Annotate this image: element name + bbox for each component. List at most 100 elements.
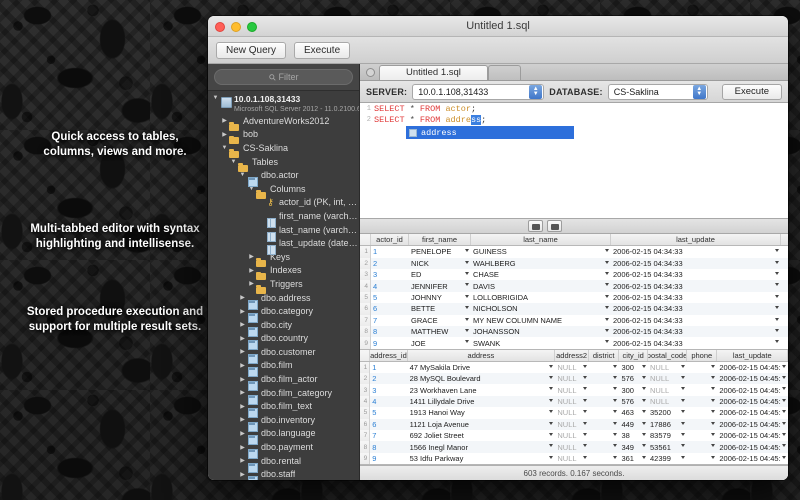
table-cell[interactable] bbox=[687, 453, 717, 464]
table-cell[interactable]: 3 bbox=[371, 269, 409, 280]
column-header-city_id[interactable]: city_id bbox=[619, 350, 648, 361]
tree-item-dbo-country[interactable]: ▶dbo.country bbox=[208, 332, 359, 346]
table-cell[interactable]: 2006-02-15 04:45: bbox=[717, 441, 788, 452]
twisty-right-icon[interactable]: ▶ bbox=[247, 267, 256, 274]
table-cell[interactable] bbox=[687, 384, 717, 395]
server-select[interactable]: 10.0.1.108,31433 ▲▼ bbox=[412, 84, 544, 100]
tree-item-dbo-film-category[interactable]: ▶dbo.film_category bbox=[208, 386, 359, 400]
tree-item-last-name-varchar-4[interactable]: last_name (varchar(4... bbox=[208, 223, 359, 237]
tree-item-dbo-city[interactable]: ▶dbo.city bbox=[208, 318, 359, 332]
table-cell[interactable]: 2006-02-15 04:45: bbox=[717, 430, 788, 441]
table-cell[interactable] bbox=[687, 362, 717, 373]
table-cell[interactable]: NULL bbox=[648, 373, 687, 384]
table-row[interactable]: 661121 Loja AvenueNULL449178862006-02-15… bbox=[360, 419, 788, 430]
table-cell[interactable]: 1411 Lillydale Drive bbox=[408, 396, 556, 407]
table-cell[interactable]: 449 bbox=[619, 419, 648, 430]
cell-dropdown-icon[interactable] bbox=[613, 444, 617, 447]
column-header-phone[interactable]: phone bbox=[687, 350, 717, 361]
table-cell[interactable]: 2006-02-15 04:34:33 bbox=[611, 337, 781, 348]
table-cell[interactable]: 2006-02-15 04:45: bbox=[717, 373, 788, 384]
table-cell[interactable]: NULL bbox=[648, 384, 687, 395]
cell-dropdown-icon[interactable] bbox=[605, 329, 609, 332]
table-cell[interactable]: NICHOLSON bbox=[471, 303, 611, 314]
table-cell[interactable]: NULL bbox=[555, 384, 589, 395]
column-header-address2[interactable]: address2 bbox=[555, 350, 589, 361]
table-cell[interactable]: 47 MySakila Drive bbox=[408, 362, 556, 373]
cell-dropdown-icon[interactable] bbox=[642, 422, 646, 425]
twisty-right-icon[interactable]: ▶ bbox=[247, 253, 256, 260]
cell-dropdown-icon[interactable] bbox=[605, 272, 609, 275]
cell-dropdown-icon[interactable] bbox=[613, 376, 617, 379]
table-cell[interactable]: 1566 Inegl Manor bbox=[408, 441, 556, 452]
export-grid-icon[interactable] bbox=[528, 220, 543, 232]
cell-dropdown-icon[interactable] bbox=[583, 399, 587, 402]
tree-item-dbo-staff[interactable]: ▶dbo.staff bbox=[208, 467, 359, 480]
twisty-right-icon[interactable]: ▶ bbox=[220, 131, 229, 138]
table-row[interactable]: 3323 Workhaven LaneNULL300NULL2006-02-15… bbox=[360, 384, 788, 395]
table-cell[interactable]: 7 bbox=[370, 430, 407, 441]
table-cell[interactable]: JOHNNY bbox=[409, 292, 471, 303]
table-cell[interactable]: 2006-02-15 04:34:33 bbox=[611, 292, 781, 303]
table-row[interactable]: 33EDCHASE2006-02-15 04:34:33 bbox=[360, 269, 788, 280]
table-cell[interactable]: 23 Workhaven Lane bbox=[408, 384, 556, 395]
cell-dropdown-icon[interactable] bbox=[465, 340, 469, 343]
cell-dropdown-icon[interactable] bbox=[613, 387, 617, 390]
cell-dropdown-icon[interactable] bbox=[549, 410, 553, 413]
cell-dropdown-icon[interactable] bbox=[605, 295, 609, 298]
table-cell[interactable] bbox=[589, 384, 619, 395]
tab-new-placeholder[interactable] bbox=[488, 65, 521, 80]
table-cell[interactable]: NULL bbox=[648, 396, 687, 407]
table-cell[interactable]: 2006-02-15 04:34:33 bbox=[611, 246, 781, 257]
table-cell[interactable]: 4 bbox=[371, 280, 409, 291]
table-cell[interactable]: 38 bbox=[619, 430, 648, 441]
table-cell[interactable] bbox=[589, 396, 619, 407]
cell-dropdown-icon[interactable] bbox=[775, 249, 779, 252]
table-cell[interactable]: 2006-02-15 04:45: bbox=[717, 407, 788, 418]
column-header-actor_id[interactable]: actor_id bbox=[371, 234, 409, 245]
table-cell[interactable]: 5 bbox=[370, 407, 407, 418]
column-header-postal_code[interactable]: postal_code bbox=[648, 350, 687, 361]
table-cell[interactable]: 1 bbox=[371, 246, 409, 257]
twisty-down-icon[interactable]: ▼ bbox=[229, 159, 238, 165]
execute-toolbar-button[interactable]: Execute bbox=[294, 42, 350, 59]
cell-dropdown-icon[interactable] bbox=[583, 433, 587, 436]
cell-dropdown-icon[interactable] bbox=[711, 387, 715, 390]
table-cell[interactable]: 1 bbox=[370, 362, 407, 373]
column-header-address_id[interactable]: address_id bbox=[370, 350, 407, 361]
tree-item-dbo-film-text[interactable]: ▶dbo.film_text bbox=[208, 399, 359, 413]
autocomplete-item-address[interactable]: address bbox=[421, 128, 457, 138]
table-row[interactable]: 11PENELOPEGUINESS2006-02-15 04:34:33 bbox=[360, 246, 788, 257]
cell-dropdown-icon[interactable] bbox=[642, 433, 646, 436]
tree-item-columns[interactable]: ▼Columns bbox=[208, 182, 359, 196]
cell-dropdown-icon[interactable] bbox=[583, 422, 587, 425]
table-row[interactable]: 2228 MySQL BoulevardNULL576NULL2006-02-1… bbox=[360, 373, 788, 384]
database-select[interactable]: CS-Saklina ▲▼ bbox=[608, 84, 708, 100]
table-cell[interactable]: 53561 bbox=[648, 441, 687, 452]
table-row[interactable]: 441411 Lillydale DriveNULL576NULL2006-02… bbox=[360, 396, 788, 407]
table-cell[interactable]: 463 bbox=[619, 407, 648, 418]
cell-dropdown-icon[interactable] bbox=[605, 340, 609, 343]
twisty-right-icon[interactable]: ▶ bbox=[238, 294, 247, 301]
cell-dropdown-icon[interactable] bbox=[782, 376, 786, 379]
twisty-right-icon[interactable]: ▶ bbox=[238, 403, 247, 410]
twisty-right-icon[interactable]: ▶ bbox=[247, 280, 256, 287]
table-cell[interactable]: WAHLBERG bbox=[471, 258, 611, 269]
table-cell[interactable]: NULL bbox=[555, 396, 589, 407]
table-cell[interactable]: NULL bbox=[555, 441, 589, 452]
tree-item-dbo-film-actor[interactable]: ▶dbo.film_actor bbox=[208, 372, 359, 386]
table-cell[interactable]: NULL bbox=[555, 362, 589, 373]
table-cell[interactable]: JOHANSSON bbox=[471, 326, 611, 337]
table-cell[interactable]: GUINESS bbox=[471, 246, 611, 257]
table-cell[interactable]: 2006-02-15 04:45: bbox=[717, 396, 788, 407]
tree-item-last-update-datetim[interactable]: last_update (datetim... bbox=[208, 236, 359, 250]
cell-dropdown-icon[interactable] bbox=[711, 456, 715, 459]
cell-dropdown-icon[interactable] bbox=[465, 318, 469, 321]
chevron-updown-icon[interactable]: ▲▼ bbox=[529, 85, 542, 99]
table-cell[interactable]: 42399 bbox=[648, 453, 687, 464]
results-grid-address[interactable]: address_idaddressaddress2districtcity_id… bbox=[360, 350, 788, 465]
tree-item-actor-id-pk-int-not[interactable]: ⚷actor_id (PK, int, not... bbox=[208, 196, 359, 210]
table-cell[interactable]: 361 bbox=[619, 453, 648, 464]
table-cell[interactable]: 2 bbox=[371, 258, 409, 269]
table-row[interactable]: 22NICKWAHLBERG2006-02-15 04:34:33 bbox=[360, 258, 788, 269]
cell-dropdown-icon[interactable] bbox=[549, 433, 553, 436]
